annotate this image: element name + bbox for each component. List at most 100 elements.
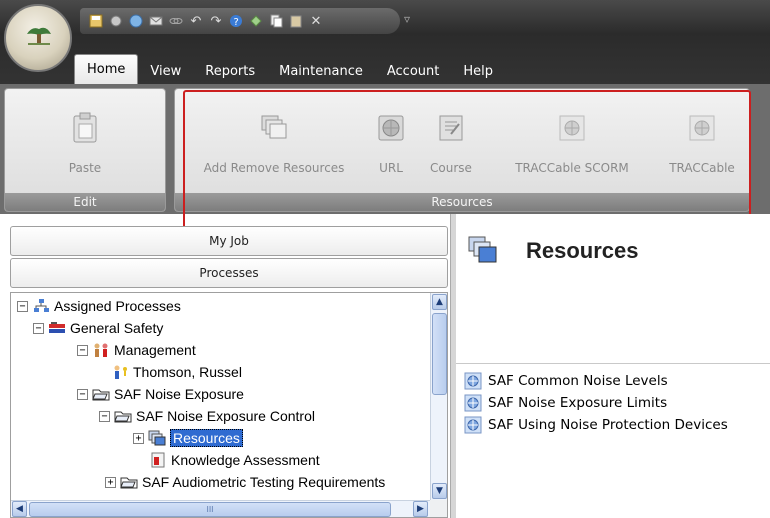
resource-item[interactable]: SAF Using Noise Protection Devices (464, 414, 728, 436)
tab-home[interactable]: Home (74, 54, 139, 84)
vertical-scrollbar[interactable]: ▲ ▼ (430, 293, 447, 501)
scroll-right-icon[interactable]: ▶ (413, 501, 428, 517)
tree-item-label: SAF Noise Exposure Control (136, 408, 315, 424)
right-pane: Resources SAF Common Noise Levels SAF No… (456, 214, 770, 518)
delete-icon[interactable]: ✕ (308, 13, 324, 29)
redo-icon[interactable]: ↷ (208, 13, 224, 29)
course-button[interactable]: Course (423, 93, 479, 185)
edit-group: Paste Edit (4, 88, 166, 212)
traccable-button[interactable]: TRACCable (659, 93, 745, 185)
tree-item-saf-noise-exposure-control[interactable]: − SAF Noise Exposure Control (99, 405, 315, 427)
quick-access-toolbar: ↶ ↷ ? ✕ (80, 8, 400, 34)
folder-icon (92, 386, 110, 402)
tree-item-label: Management (114, 342, 196, 358)
collapse-icon[interactable]: − (99, 410, 110, 422)
globe-icon[interactable] (128, 13, 144, 29)
resource-item-label: SAF Using Noise Protection Devices (488, 417, 728, 433)
tree-item-resources[interactable]: + Resources (133, 427, 243, 449)
paste-small-icon[interactable] (288, 13, 304, 29)
hierarchy-icon (32, 298, 50, 314)
course-icon (434, 111, 468, 145)
tree-item-label: Knowledge Assessment (171, 452, 320, 468)
resources-header: Resources (456, 214, 770, 364)
tab-maintenance[interactable]: Maintenance (267, 58, 375, 84)
tree-item-label: SAF Noise Exposure (114, 386, 244, 402)
course-label: Course (430, 161, 472, 175)
tree-item-saf-audiometric-testing[interactable]: + SAF Audiometric Testing Requirements (105, 471, 385, 493)
plugin-icon[interactable] (248, 13, 264, 29)
collapse-icon[interactable]: − (17, 300, 28, 312)
expand-icon[interactable]: + (133, 432, 144, 444)
tree-item-label: Assigned Processes (54, 298, 181, 314)
ribbon: Paste Edit Add Remove Resources URL Cour… (0, 84, 770, 214)
save-icon[interactable] (88, 13, 104, 29)
url-globe-icon (374, 111, 408, 145)
tab-reports[interactable]: Reports (193, 58, 267, 84)
undo-icon[interactable]: ↶ (188, 13, 204, 29)
application-orb[interactable] (4, 4, 72, 72)
tree-item-general-safety[interactable]: − General Safety (33, 317, 163, 339)
svg-text:?: ? (234, 17, 239, 28)
tab-account[interactable]: Account (375, 58, 452, 84)
folder-icon (114, 408, 132, 424)
customize-qat-icon[interactable]: ▿ (404, 12, 410, 26)
add-remove-resources-label: Add Remove Resources (203, 161, 345, 175)
expand-icon[interactable]: + (105, 476, 116, 488)
scroll-down-icon[interactable]: ▼ (432, 483, 447, 499)
resources-group: Add Remove Resources URL Course TRACCabl… (174, 88, 750, 212)
page-title: Resources (526, 238, 639, 263)
ribbon-tabs: Home View Reports Maintenance Account He… (74, 52, 505, 84)
add-remove-resources-button[interactable]: Add Remove Resources (189, 93, 359, 185)
tree-item-knowledge-assessment[interactable]: Knowledge Assessment (149, 449, 320, 471)
my-job-button[interactable]: My Job (10, 226, 448, 256)
user-icon (111, 364, 129, 380)
vertical-scroll-thumb[interactable] (432, 313, 447, 395)
people-icon (92, 342, 110, 358)
resource-item[interactable]: SAF Common Noise Levels (464, 370, 668, 392)
copy-icon[interactable] (268, 13, 284, 29)
tree-item-saf-noise-exposure[interactable]: − SAF Noise Exposure (77, 383, 244, 405)
paste-button[interactable]: Paste (45, 93, 125, 185)
resources-header-icon (468, 236, 498, 267)
link-icon[interactable] (168, 13, 184, 29)
title-bar: ↶ ↷ ? ✕ ▿ Home View Reports Maintenance … (0, 0, 770, 84)
url-label: URL (379, 161, 403, 175)
scroll-left-icon[interactable]: ◀ (12, 501, 27, 517)
edit-group-label: Edit (5, 193, 165, 211)
group-icon (48, 320, 66, 336)
tree-item-label: Thomson, Russel (133, 364, 242, 380)
processes-button[interactable]: Processes (10, 258, 448, 288)
resources-stack-icon (257, 111, 291, 145)
tools-icon[interactable] (108, 13, 124, 29)
horizontal-scroll-thumb[interactable]: III (29, 502, 391, 517)
paste-icon (68, 111, 102, 145)
horizontal-scrollbar[interactable]: ◀ III ▶ (11, 500, 431, 517)
resources-group-label: Resources (175, 193, 749, 211)
tree-item-thomson-russel[interactable]: Thomson, Russel (111, 361, 242, 383)
collapse-icon[interactable]: − (77, 344, 88, 356)
tree-item-management[interactable]: − Management (77, 339, 196, 361)
scroll-up-icon[interactable]: ▲ (432, 294, 447, 310)
folder-icon (120, 474, 138, 490)
tree-logo-icon (27, 27, 51, 45)
traccable-scorm-button[interactable]: TRACCable SCORM (497, 93, 647, 185)
resource-item[interactable]: SAF Noise Exposure Limits (464, 392, 667, 414)
resource-item-label: SAF Noise Exposure Limits (488, 395, 668, 411)
url-button[interactable]: URL (371, 93, 411, 185)
scroll-corner (430, 500, 447, 517)
left-pane: My Job Processes − Assigned Processes − … (10, 226, 450, 518)
resources-icon (148, 430, 166, 446)
tree-item-label: SAF Audiometric Testing Requirements (142, 474, 386, 490)
tab-help[interactable]: Help (451, 58, 505, 84)
collapse-icon[interactable]: − (33, 322, 44, 334)
resource-item-label: SAF Common Noise Levels (488, 373, 668, 389)
traccable-resource-icon (464, 416, 482, 434)
traccable-resource-icon (464, 372, 482, 390)
tab-view[interactable]: View (138, 58, 193, 84)
help-icon[interactable]: ? (228, 13, 244, 29)
tree-item-assigned-processes[interactable]: − Assigned Processes (17, 295, 181, 317)
paste-label: Paste (68, 161, 102, 175)
mail-icon[interactable] (148, 13, 164, 29)
traccable-icon (685, 111, 719, 145)
collapse-icon[interactable]: − (77, 388, 88, 400)
